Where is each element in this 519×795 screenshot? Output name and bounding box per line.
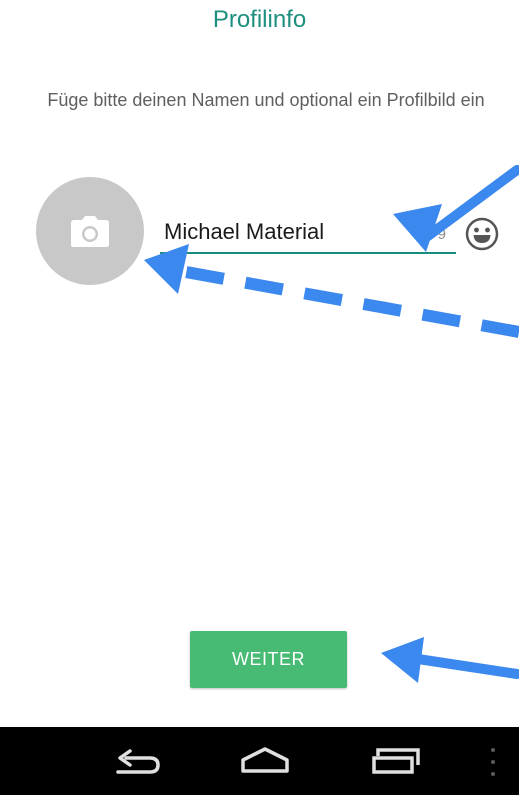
recents-icon[interactable] bbox=[364, 737, 428, 785]
char-counter: 9 bbox=[437, 226, 446, 243]
smiley-icon[interactable] bbox=[464, 216, 500, 252]
next-button[interactable]: WEITER bbox=[190, 631, 347, 688]
name-input[interactable] bbox=[164, 214, 414, 250]
overflow-menu-icon[interactable] bbox=[486, 745, 500, 779]
arrow-to-photo-dashes bbox=[184, 266, 519, 338]
intro-text: Füge bitte deinen Namen und optional ein… bbox=[47, 90, 485, 110]
home-icon[interactable] bbox=[233, 737, 297, 785]
name-input-underline bbox=[160, 252, 456, 254]
back-icon[interactable] bbox=[106, 737, 170, 785]
navigation-bar bbox=[0, 727, 519, 795]
arrow-to-button bbox=[413, 654, 519, 679]
arrow-to-button-head bbox=[381, 637, 424, 683]
page-title: Profilinfo bbox=[212, 6, 307, 33]
profile-photo-button[interactable] bbox=[36, 177, 144, 285]
camera-icon bbox=[71, 216, 109, 247]
